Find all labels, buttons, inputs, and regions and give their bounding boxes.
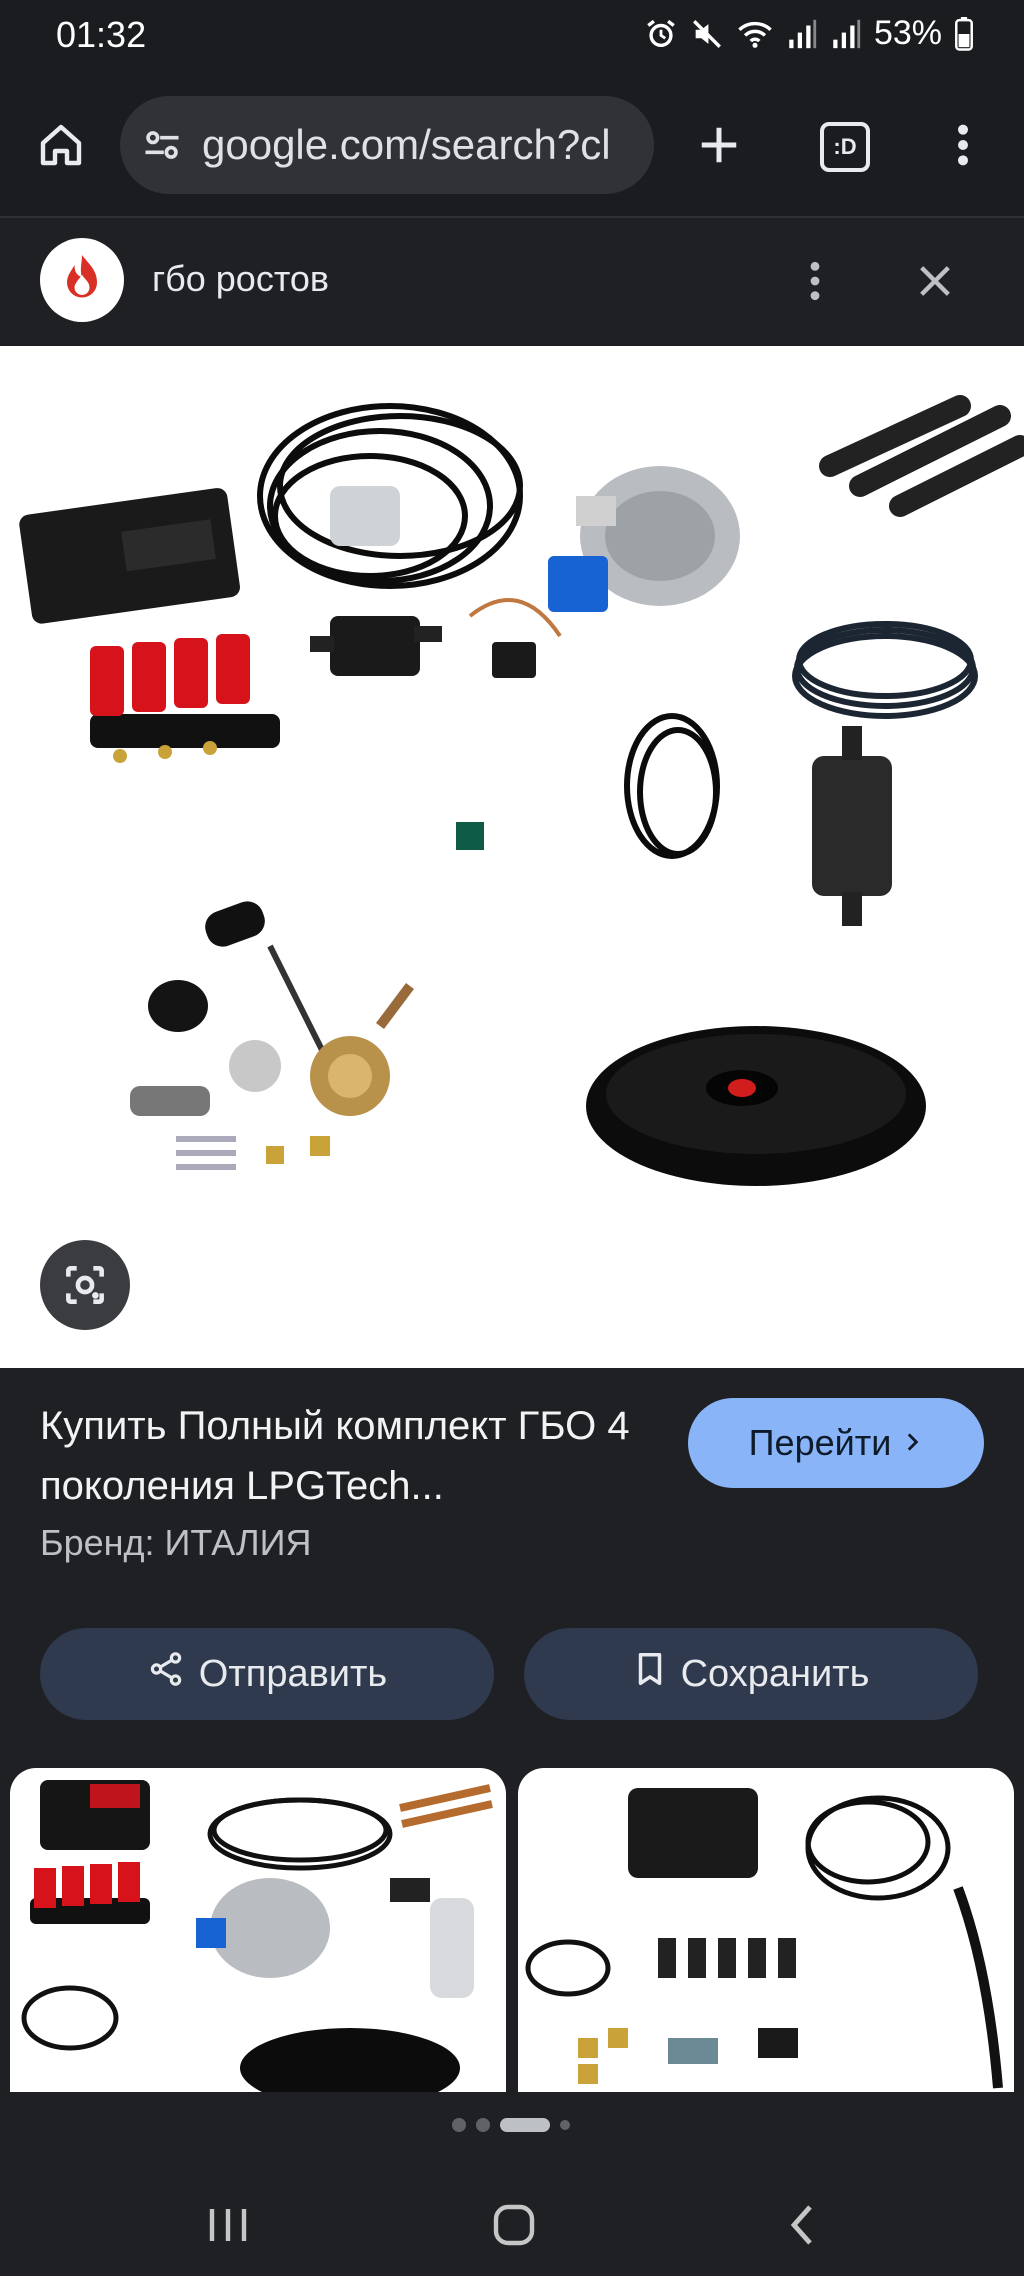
tab-count: :D [820,122,870,172]
filler-cap [130,980,281,1116]
result-image[interactable] [0,346,1024,1368]
lens-search-button[interactable] [40,1240,130,1330]
harness-module [330,486,400,546]
lens-icon [66,1266,104,1304]
save-button[interactable]: Сохранить [524,1628,978,1720]
address-bar[interactable]: google.com/search?cl [120,96,654,194]
pager-dot [560,2120,570,2130]
gas-filter [812,726,892,926]
wifi-icon [736,17,774,51]
new-tab-icon[interactable] [684,110,754,180]
toroidal-tank [586,1026,926,1186]
home-nav-icon[interactable] [474,2190,554,2260]
tabs-icon[interactable]: :D [810,112,880,182]
share-icon [147,1650,185,1698]
ecu-unit [19,488,240,624]
alarm-icon [644,17,678,51]
url-text: google.com/search?cl [202,121,611,168]
cable-coil [624,713,720,859]
chevron-right-icon [901,1422,923,1464]
related-image-2[interactable] [518,1768,1014,2092]
fittings [176,1136,330,1170]
battery-text: 53% [873,14,942,52]
result-brand: Бренд: ИТАЛИЯ [40,1522,312,1563]
visit-button-label: Перейти [748,1422,892,1463]
injector-rail [90,634,280,763]
site-logo-icon [40,238,124,322]
status-icons: 53% [644,14,974,53]
gas-reducer [548,466,740,612]
back-icon[interactable] [762,2190,842,2260]
related-kit-image [21,1780,493,2092]
pager-dot [476,2118,490,2132]
close-icon[interactable] [900,246,970,316]
home-icon[interactable] [26,110,96,180]
site-settings-icon[interactable] [140,123,184,167]
status-time: 01:32 [56,14,147,55]
bookmark-icon [633,1650,667,1698]
visit-button[interactable]: Перейти [688,1398,984,1488]
more-icon[interactable] [928,110,998,180]
carousel-pager [452,2118,570,2132]
signal-icon [786,17,818,51]
related-kit-image [525,1788,1003,2089]
pager-dot-active [500,2118,550,2132]
map-sensor [310,616,442,676]
recents-icon[interactable] [188,2190,268,2260]
multivalve [205,901,414,1116]
more-options-icon[interactable] [790,246,840,316]
related-image-1[interactable] [10,1768,506,2092]
share-button-label: Отправить [198,1652,388,1695]
hoses [819,395,1024,517]
lens-query-text: гбо ростов [152,258,330,299]
pipe-coil [792,621,978,719]
share-button[interactable]: Отправить [40,1628,494,1720]
result-title[interactable]: Купить Полный комплект ГБО 4 поколения L… [40,1396,660,1516]
mute-icon [690,17,724,51]
gas-equipment-kit-image [19,395,1024,1186]
signal-icon [830,17,862,51]
save-button-label: Сохранить [680,1652,870,1695]
pager-dot [452,2118,466,2132]
battery-icon [954,16,974,51]
